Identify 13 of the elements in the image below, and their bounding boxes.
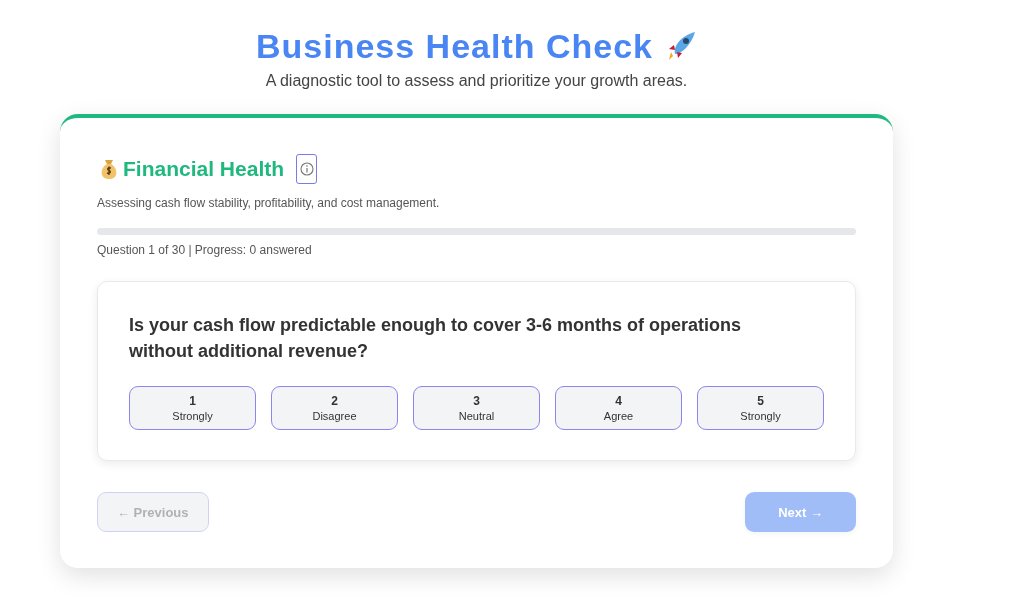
section-description: Assessing cash flow stability, profitability, and cost management.: [97, 196, 441, 210]
subtitle: A diagnostic tool to assess and prioritize your growth areas.: [265, 72, 688, 90]
page-title: Business Health Check: [256, 26, 653, 67]
question-text: Is your cash flow predictable enough to cover 3-6 months of operations without additional revenue?: [129, 314, 743, 363]
rating-option[interactable]: 4 Agree: [555, 386, 682, 430]
rating-option[interactable]: 1 Strongly: [129, 386, 256, 430]
progress-label: Question 1 of 30 | Progress: 0 answered: [97, 243, 313, 257]
info-button[interactable]: [296, 154, 318, 184]
rating-option[interactable]: 2 Disagree: [271, 386, 398, 430]
info-icon: [299, 162, 314, 176]
rating-option[interactable]: 3 Neutral: [413, 386, 540, 430]
rating-option[interactable]: 5 Strongly: [697, 386, 824, 430]
section-title: Financial Health: [123, 157, 285, 181]
